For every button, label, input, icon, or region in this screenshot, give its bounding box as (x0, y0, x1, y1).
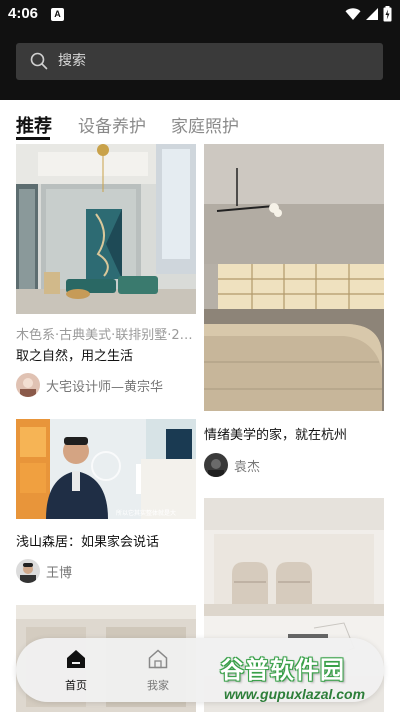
watermark-title: 谷普软件园 (220, 656, 345, 684)
avatar (204, 453, 228, 477)
wifi-icon (345, 8, 361, 20)
tab-recommend[interactable]: 推荐 (16, 112, 52, 138)
card-author[interactable]: 王博 (16, 559, 72, 583)
card-image (204, 144, 384, 411)
avatar (16, 373, 40, 397)
card-author[interactable]: 大宅设计师—黄宗华 (16, 373, 163, 397)
card-title: 取之自然，用之生活 (16, 349, 134, 364)
tab-device-care[interactable]: 设备养护 (78, 112, 146, 137)
avatar (16, 559, 40, 583)
notification-app-icon: A (51, 8, 64, 21)
nav-home-label: 首页 (65, 679, 87, 692)
feed-card[interactable]: 所以它其实整体就是大 浅山森居：如果家会说话 王博 (16, 419, 196, 589)
status-time: 4:06 (8, 5, 39, 22)
card-subtitle: 木色系·古典美式·联排别墅·28... (16, 328, 196, 343)
card-title: 浅山森居：如果家会说话 (16, 535, 160, 550)
tab-family-care[interactable]: 家庭照护 (171, 112, 239, 137)
content-feed[interactable]: 木色系·古典美式·联排别墅·28... 取之自然，用之生活 大宅设计师—黄宗华 (0, 144, 400, 712)
watermark: 谷普软件园 www.gupuxlazal.com (218, 648, 398, 708)
status-bar: 4:06 A (0, 0, 400, 28)
active-tab-indicator (16, 137, 50, 140)
kitchen-photo (204, 144, 384, 411)
watermark-url: www.gupuxlazal.com (224, 686, 366, 702)
card-video-thumbnail: 所以它其实整体就是大 (16, 419, 196, 519)
search-icon (30, 52, 48, 70)
living-room-photo (16, 144, 196, 314)
nav-my-home[interactable]: 我家 (128, 648, 188, 693)
signal-icon (366, 8, 378, 20)
status-icons (345, 6, 392, 22)
header (0, 28, 400, 100)
nav-my-home-label: 我家 (147, 679, 169, 692)
feed-card[interactable]: 木色系·古典美式·联排别墅·28... 取之自然，用之生活 大宅设计师—黄宗华 (16, 144, 196, 406)
home-filled-icon (67, 650, 85, 668)
presenter-photo: 所以它其实整体就是大 (16, 419, 196, 519)
feed-card[interactable]: 情绪美学的家，就在杭州 袁杰 (204, 144, 384, 484)
battery-charging-icon (383, 6, 392, 22)
author-name: 王博 (46, 565, 73, 581)
card-author[interactable]: 袁杰 (204, 453, 260, 477)
search-bar[interactable] (16, 43, 383, 80)
nav-home[interactable]: 首页 (46, 648, 106, 693)
card-title: 情绪美学的家，就在杭州 (204, 428, 348, 443)
video-caption: 所以它其实整体就是大 (116, 509, 176, 517)
author-name: 袁杰 (234, 459, 261, 475)
category-tabs: 推荐 设备养护 家庭照护 (0, 100, 400, 144)
home-outline-icon (148, 649, 168, 669)
search-input[interactable] (58, 43, 358, 80)
card-image (16, 144, 196, 314)
author-name: 大宅设计师—黄宗华 (46, 379, 164, 395)
